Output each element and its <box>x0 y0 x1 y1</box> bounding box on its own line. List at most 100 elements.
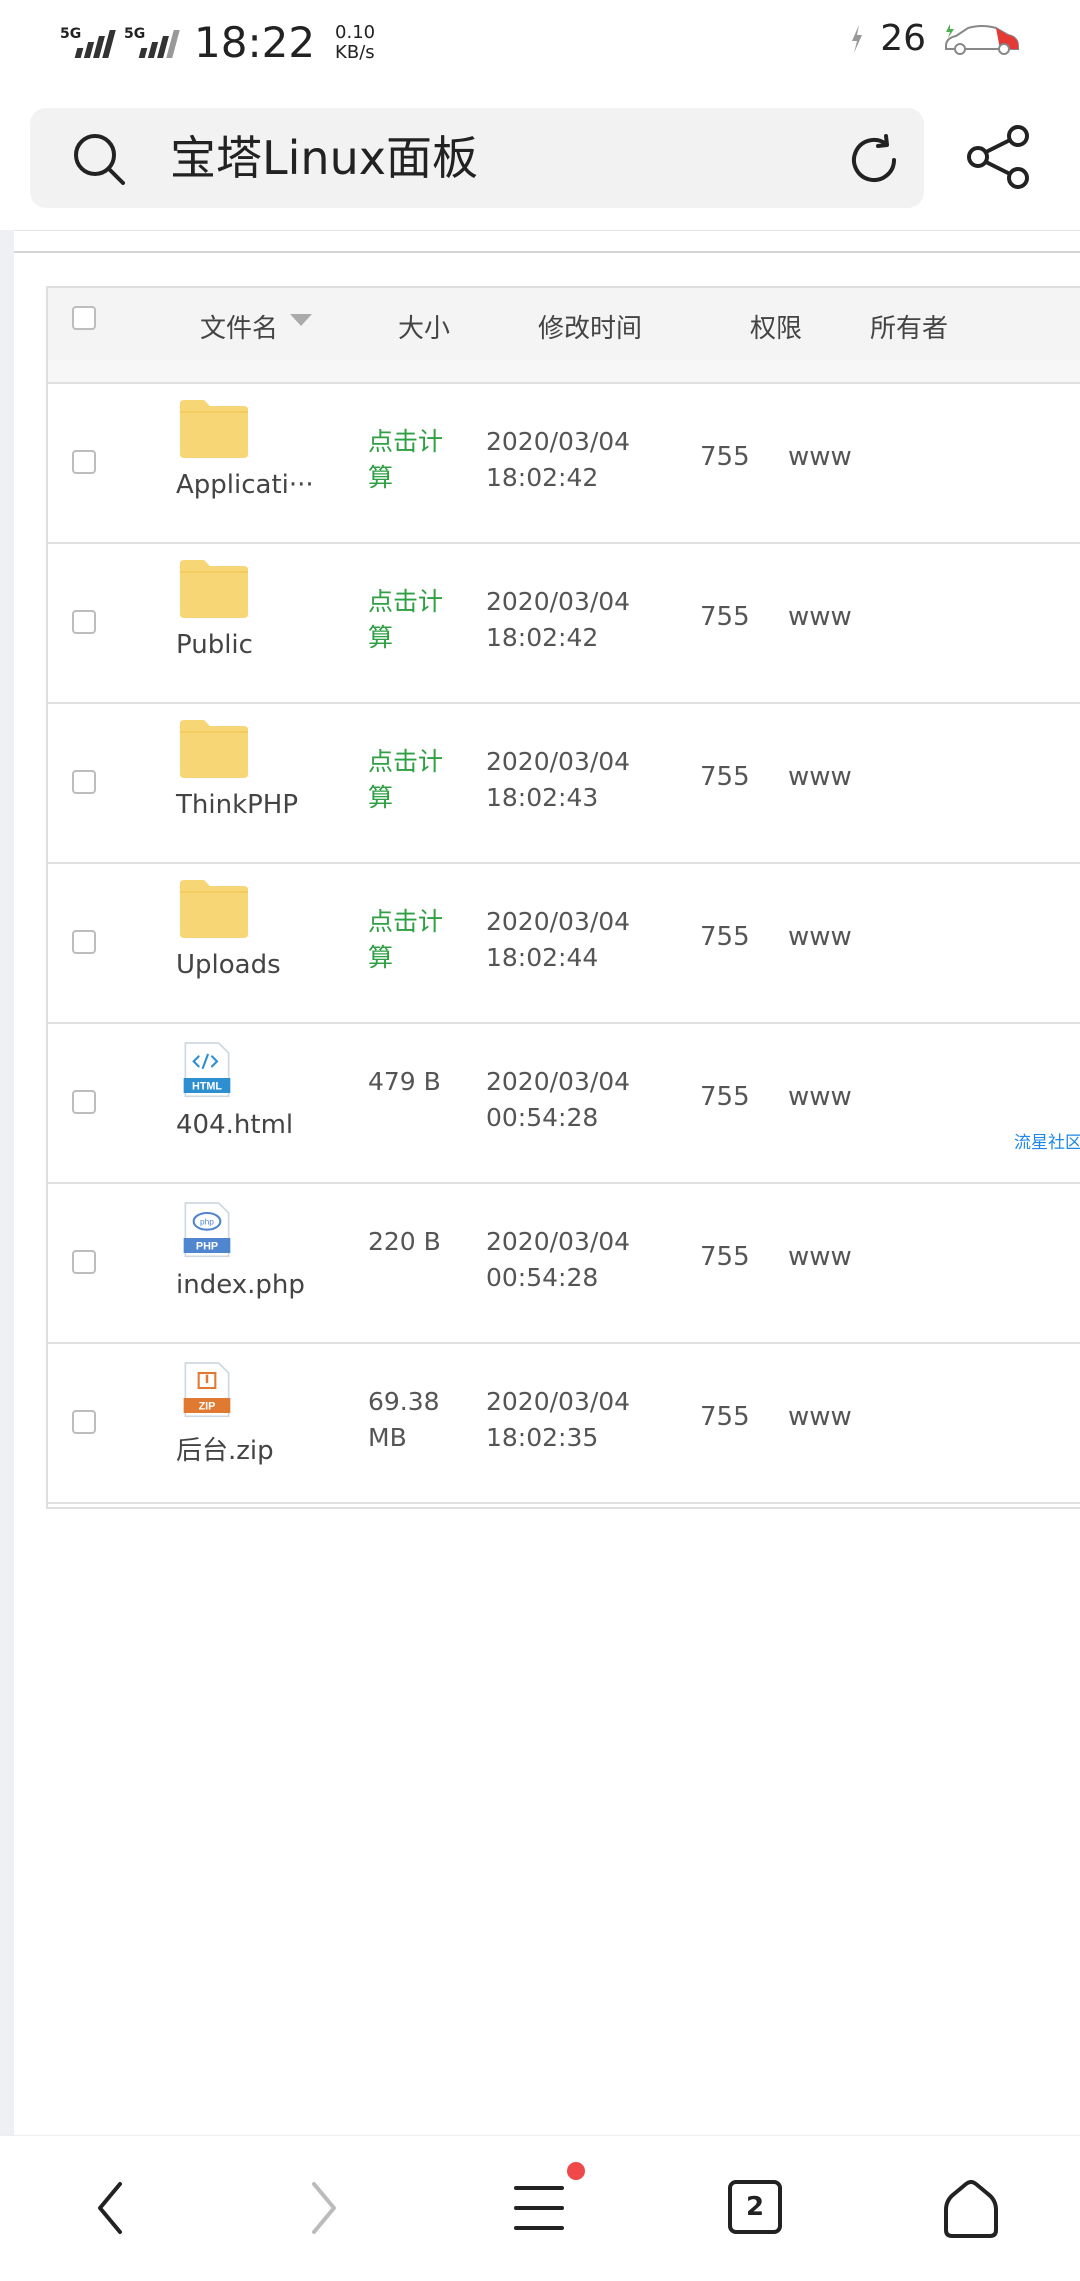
column-owner-header[interactable]: 所有者 <box>870 308 948 345</box>
modified-date: 2020/03/04 <box>486 427 631 456</box>
table-row[interactable]: Applicati··· 点击计 算 2020/03/04 18:02:42 7… <box>48 384 1080 544</box>
column-name-header[interactable]: 文件名 <box>200 308 278 345</box>
row-checkbox[interactable] <box>72 1090 96 1114</box>
size-line[interactable]: 点击计 <box>368 904 458 940</box>
car-battery-icon <box>945 23 1019 55</box>
file-size: 69.38 MB <box>368 1384 458 1456</box>
file-size: 479 B <box>368 1064 458 1100</box>
size-line: 220 B <box>368 1227 441 1256</box>
table-row[interactable]: ZIP 后台.zip 69.38 MB 2020/03/04 18:02:35 … <box>48 1344 1080 1504</box>
permission[interactable]: 755 <box>700 762 750 792</box>
search-icon[interactable] <box>72 132 126 186</box>
modified-clock: 18:02:44 <box>486 943 599 972</box>
file-name[interactable]: 后台.zip <box>176 1430 274 1467</box>
tabs-button[interactable]: 2 <box>728 2180 782 2234</box>
modified-time: 2020/03/04 18:02:43 <box>486 744 656 816</box>
owner: www <box>788 1082 852 1112</box>
page-left-edge <box>0 230 14 2135</box>
modified-date: 2020/03/04 <box>486 1387 631 1416</box>
modified-time: 2020/03/04 00:54:28 <box>486 1064 656 1136</box>
modified-date: 2020/03/04 <box>486 587 631 616</box>
size-line[interactable]: 算 <box>368 460 458 496</box>
size-line[interactable]: 点击计 <box>368 424 458 460</box>
owner: www <box>788 602 852 632</box>
status-bar: 5G 5G 18:22 0.10 KB/s 26 <box>0 0 1080 88</box>
battery-level: 26 <box>880 18 926 59</box>
network-speed: 0.10 KB/s <box>335 21 376 63</box>
signal-icon: 5G <box>124 25 180 60</box>
modified-time: 2020/03/04 18:02:42 <box>486 584 656 656</box>
permission[interactable]: 755 <box>700 1402 750 1432</box>
modified-time: 2020/03/04 00:54:28 <box>486 1224 656 1296</box>
zip-file-icon: ZIP <box>183 1362 231 1418</box>
php-badge-text: PHP <box>196 1241 218 1253</box>
home-icon[interactable] <box>940 2180 1002 2240</box>
modified-date: 2020/03/04 <box>486 747 631 776</box>
modified-date: 2020/03/04 <box>486 1227 631 1256</box>
file-name[interactable]: 404.html <box>176 1110 293 1140</box>
row-checkbox[interactable] <box>72 770 96 794</box>
table-row[interactable]: HTML 404.html 479 B 2020/03/04 00:54:28 … <box>48 1024 1080 1184</box>
row-checkbox[interactable] <box>72 610 96 634</box>
permission[interactable]: 755 <box>700 922 750 952</box>
folder-icon <box>180 720 248 778</box>
size-line[interactable]: 算 <box>368 780 458 816</box>
share-icon[interactable] <box>966 124 1032 190</box>
modified-clock: 18:02:43 <box>486 783 599 812</box>
modified-clock: 18:02:42 <box>486 463 599 492</box>
modified-time: 2020/03/04 18:02:35 <box>486 1384 656 1456</box>
modified-time: 2020/03/04 18:02:42 <box>486 424 656 496</box>
row-checkbox[interactable] <box>72 1250 96 1274</box>
table-row[interactable]: Uploads 点击计 算 2020/03/04 18:02:44 755 ww… <box>48 864 1080 1024</box>
back-icon[interactable] <box>90 2180 130 2236</box>
network-speed-value: 0.10 <box>335 21 376 43</box>
row-checkbox[interactable] <box>72 930 96 954</box>
calculate-size-link[interactable]: 点击计 算 <box>368 904 458 976</box>
table-row[interactable]: php PHP index.php 220 B 2020/03/04 00:54… <box>48 1184 1080 1344</box>
html-file-icon: HTML <box>183 1042 231 1098</box>
charging-icon <box>852 24 863 53</box>
table-header: 文件名 大小 修改时间 权限 所有者 <box>48 288 1080 361</box>
address-bar[interactable]: 宝塔Linux面板 <box>30 108 924 208</box>
size-line[interactable]: 点击计 <box>368 584 458 620</box>
page-title[interactable]: 宝塔Linux面板 <box>170 128 478 188</box>
calculate-size-link[interactable]: 点击计 算 <box>368 424 458 496</box>
forward-icon[interactable] <box>304 2180 344 2236</box>
tabs-count[interactable]: 2 <box>728 2180 782 2234</box>
status-right: 26 <box>850 18 1020 59</box>
file-name[interactable]: Uploads <box>176 950 281 980</box>
owner: www <box>788 762 852 792</box>
row-checkbox[interactable] <box>72 1410 96 1434</box>
column-size-header[interactable]: 大小 <box>398 308 450 345</box>
size-line[interactable]: 点击计 <box>368 744 458 780</box>
table-row[interactable]: Public 点击计 算 2020/03/04 18:02:42 755 www <box>48 544 1080 704</box>
file-name[interactable]: ThinkPHP <box>176 790 298 820</box>
folder-icon <box>180 880 248 938</box>
modified-clock: 00:54:28 <box>486 1103 599 1132</box>
divider <box>14 251 1080 253</box>
size-line[interactable]: 算 <box>368 940 458 976</box>
column-modified-header[interactable]: 修改时间 <box>538 308 642 345</box>
signal-label: 5G <box>124 25 146 42</box>
menu-icon[interactable] <box>512 2180 566 2236</box>
watermark: 流星社区 <box>1014 1133 1080 1153</box>
table-row[interactable]: ThinkPHP 点击计 算 2020/03/04 18:02:43 755 w… <box>48 704 1080 864</box>
permission[interactable]: 755 <box>700 1082 750 1112</box>
file-name[interactable]: Applicati··· <box>176 470 314 500</box>
column-permission-header[interactable]: 权限 <box>750 308 802 345</box>
php-file-icon: php PHP <box>183 1202 231 1258</box>
size-line[interactable]: 算 <box>368 620 458 656</box>
select-all-checkbox[interactable] <box>72 306 96 330</box>
file-name[interactable]: Public <box>176 630 253 660</box>
signal-icon: 5G <box>60 26 116 60</box>
permission[interactable]: 755 <box>700 602 750 632</box>
calculate-size-link[interactable]: 点击计 算 <box>368 584 458 656</box>
row-checkbox[interactable] <box>72 450 96 474</box>
table-header-spacer <box>48 360 1080 384</box>
calculate-size-link[interactable]: 点击计 算 <box>368 744 458 816</box>
refresh-icon[interactable] <box>846 132 902 188</box>
permission[interactable]: 755 <box>700 442 750 472</box>
file-name[interactable]: index.php <box>176 1270 305 1300</box>
sort-down-icon[interactable] <box>288 312 314 328</box>
permission[interactable]: 755 <box>700 1242 750 1272</box>
